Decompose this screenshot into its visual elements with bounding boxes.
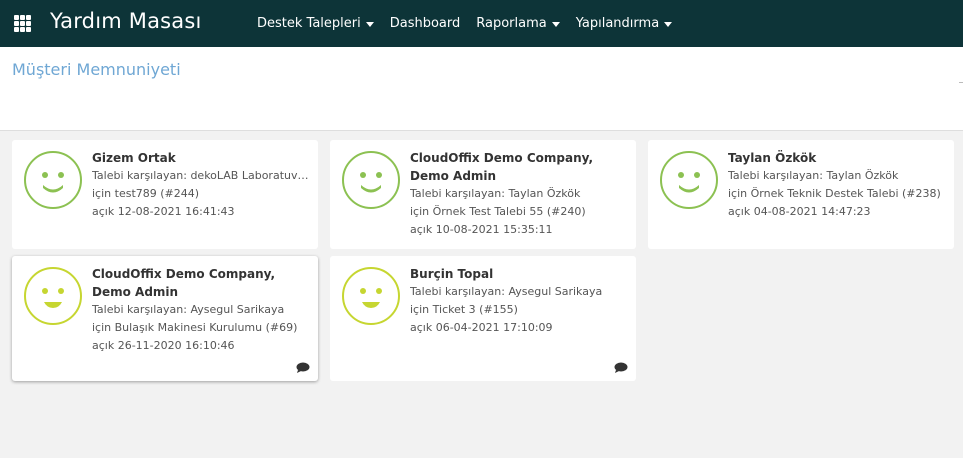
ticket-text: için Ticket 3 (#155) bbox=[410, 303, 518, 316]
caret-down-icon bbox=[664, 22, 673, 27]
main-menu: Destek Talepleri Dashboard Raporlama Yap… bbox=[257, 0, 688, 47]
handler-text: Talebi karşılayan: Aysegul Sarikaya bbox=[92, 303, 285, 316]
feedback-card[interactable]: Burçin Topal Talebi karşılayan: Aysegul … bbox=[330, 256, 636, 381]
handler-text: Talebi karşılayan: Taylan Özkök bbox=[728, 169, 899, 182]
top-navbar: Yardım Masası Destek Talepleri Dashboard… bbox=[0, 0, 963, 47]
date-text: açık 10-08-2021 15:35:11 bbox=[410, 223, 553, 236]
menu-dashboard[interactable]: Dashboard bbox=[390, 16, 461, 31]
happy-face-icon bbox=[24, 151, 82, 209]
customer-name: CloudOffix Demo Company, Demo Admin bbox=[410, 151, 594, 183]
feedback-card[interactable]: Gizem Ortak Talebi karşılayan: dekoLAB L… bbox=[12, 140, 318, 249]
menu-yapilandirma[interactable]: Yapılandırma bbox=[575, 16, 673, 31]
customer-name: Taylan Özkök bbox=[728, 151, 817, 165]
customer-name: CloudOffix Demo Company, Demo Admin bbox=[92, 267, 276, 299]
ticket-text: için test789 (#244) bbox=[92, 187, 200, 200]
comment-icon[interactable] bbox=[296, 362, 310, 373]
ticket-text: için Örnek Test Talebi 55 (#240) bbox=[410, 205, 586, 218]
menu-label: Dashboard bbox=[389, 16, 461, 31]
happy-face-icon bbox=[342, 151, 400, 209]
feedback-card[interactable]: CloudOffix Demo Company, Demo Admin Tale… bbox=[12, 256, 318, 381]
handler-text: Talebi karşılayan: dekoLAB Laboratuvar..… bbox=[92, 169, 314, 182]
comment-icon[interactable] bbox=[614, 362, 628, 373]
handler-text: Talebi karşılayan: Aysegul Sarikaya bbox=[410, 285, 603, 298]
customer-name: Burçin Topal bbox=[410, 267, 494, 281]
ticket-text: için Bulaşık Makinesi Kurulumu (#69) bbox=[92, 321, 298, 334]
caret-down-icon bbox=[551, 22, 560, 27]
happy-face-icon bbox=[660, 151, 718, 209]
neutral-face-icon bbox=[342, 267, 400, 325]
feedback-card[interactable]: Taylan Özkök Talebi karşılayan: Taylan Ö… bbox=[648, 140, 954, 249]
date-text: açık 12-08-2021 16:41:43 bbox=[92, 205, 235, 218]
handler-text: Talebi karşılayan: Taylan Özkök bbox=[410, 187, 581, 200]
menu-destek-talepleri[interactable]: Destek Talepleri bbox=[257, 16, 374, 31]
neutral-face-icon bbox=[24, 267, 82, 325]
caret-down-icon bbox=[365, 22, 374, 27]
ticket-text: için Örnek Teknik Destek Talebi (#238) bbox=[728, 187, 941, 200]
page-title: Müşteri Memnuniyeti bbox=[12, 60, 181, 79]
date-text: açık 04-08-2021 14:47:23 bbox=[728, 205, 871, 218]
date-text: açık 26-11-2020 16:10:46 bbox=[92, 339, 235, 352]
app-title[interactable]: Yardım Masası bbox=[50, 9, 202, 33]
divider bbox=[959, 82, 963, 83]
feedback-card[interactable]: CloudOffix Demo Company, Demo Admin Tale… bbox=[330, 140, 636, 249]
customer-name: Gizem Ortak bbox=[92, 151, 176, 165]
page-header: Müşteri Memnuniyeti bbox=[0, 47, 963, 131]
menu-raporlama[interactable]: Raporlama bbox=[476, 16, 560, 31]
menu-label: Raporlama bbox=[476, 16, 547, 31]
date-text: açık 06-04-2021 17:10:09 bbox=[410, 321, 553, 334]
apps-grid-icon[interactable] bbox=[14, 15, 31, 32]
menu-label: Yapılandırma bbox=[575, 16, 660, 31]
menu-label: Destek Talepleri bbox=[257, 16, 361, 31]
